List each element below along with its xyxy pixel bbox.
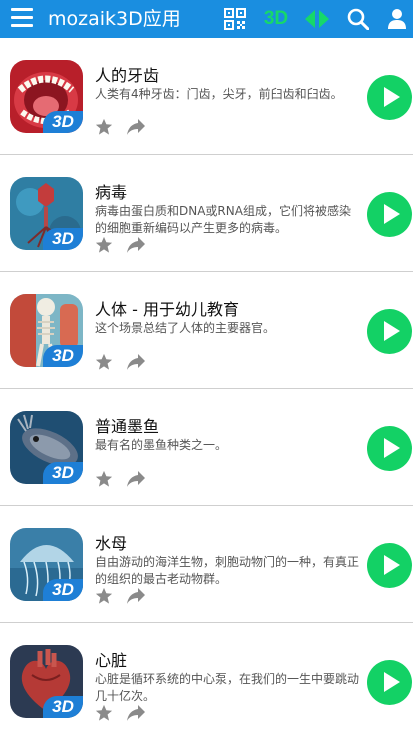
- play-button[interactable]: [367, 75, 412, 120]
- arrows-icon[interactable]: [304, 6, 330, 32]
- 3d-badge: 3D: [43, 345, 83, 367]
- share-icon[interactable]: [126, 704, 146, 722]
- item-title: 人的牙齿: [95, 66, 160, 85]
- share-icon[interactable]: [126, 236, 146, 254]
- list-item: 3D 普通墨鱼 最有名的墨鱼种类之一。: [0, 389, 413, 506]
- qr-code-icon[interactable]: [224, 6, 246, 32]
- app-bar: mozaik3D应用 3D: [0, 0, 413, 38]
- list-item: 3D 病毒 病毒由蛋白质和DNA或RNA组成，它们将被感染的细胞重新编码以产生更…: [0, 155, 413, 272]
- user-icon[interactable]: [386, 6, 408, 32]
- menu-icon[interactable]: [11, 8, 33, 28]
- item-description: 人类有4种牙齿：门齿，尖牙，前臼齿和臼齿。: [95, 87, 343, 101]
- play-button[interactable]: [367, 309, 412, 354]
- play-icon: [384, 321, 400, 341]
- thumbnail-jellyfish[interactable]: 3D: [10, 528, 83, 601]
- thumbnail-virus[interactable]: 3D: [10, 177, 83, 250]
- play-icon: [384, 87, 400, 107]
- thumbnail-teeth[interactable]: 3D: [10, 60, 83, 133]
- 3d-badge: 3D: [43, 228, 83, 250]
- play-button[interactable]: [367, 660, 412, 705]
- thumbnail-heart[interactable]: 3D: [10, 645, 83, 718]
- item-description: 病毒由蛋白质和DNA或RNA组成，它们将被感染的细胞重新编码以产生更多的病毒。: [95, 204, 351, 235]
- star-icon[interactable]: [95, 704, 113, 722]
- play-button[interactable]: [367, 192, 412, 237]
- share-icon[interactable]: [126, 353, 146, 371]
- item-title: 心脏: [95, 651, 128, 670]
- thumbnail-cuttlefish[interactable]: 3D: [10, 411, 83, 484]
- item-title: 病毒: [95, 183, 128, 202]
- play-icon: [384, 555, 400, 575]
- 3d-badge: 3D: [43, 579, 83, 601]
- play-icon: [384, 204, 400, 224]
- 3d-badge: 3D: [43, 111, 83, 133]
- star-icon[interactable]: [95, 353, 113, 371]
- 3d-badge: 3D: [43, 462, 83, 484]
- list-item: 3D 人体 - 用于幼儿教育 这个场景总结了人体的主要器官。: [0, 272, 413, 389]
- play-button[interactable]: [367, 543, 412, 588]
- star-icon[interactable]: [95, 587, 113, 605]
- play-icon: [384, 672, 400, 692]
- star-icon[interactable]: [95, 470, 113, 488]
- search-icon[interactable]: [346, 6, 370, 32]
- star-icon[interactable]: [95, 118, 113, 136]
- item-title: 水母: [95, 534, 128, 553]
- share-icon[interactable]: [126, 118, 146, 136]
- 3d-badge: 3D: [43, 696, 83, 718]
- list-item: 3D 心脏 心脏是循环系统的中心泵，在我们的一生中要跳动几十亿次。: [0, 623, 413, 740]
- item-title: 普通墨鱼: [95, 417, 160, 436]
- share-icon[interactable]: [126, 470, 146, 488]
- 3d-mode-button[interactable]: 3D: [261, 6, 291, 32]
- item-description: 自由游动的海洋生物，刺胞动物门的一种，有真正的组织的最古老动物群。: [95, 555, 360, 586]
- thumbnail-human-body[interactable]: 3D: [10, 294, 83, 367]
- play-icon: [384, 438, 400, 458]
- play-button[interactable]: [367, 426, 412, 471]
- item-description: 最有名的墨鱼种类之一。: [95, 438, 228, 452]
- item-description: 心脏是循环系统的中心泵，在我们的一生中要跳动几十亿次。: [95, 672, 360, 703]
- share-icon[interactable]: [126, 587, 146, 605]
- item-description: 这个场景总结了人体的主要器官。: [95, 321, 276, 335]
- item-title: 人体 - 用于幼儿教育: [95, 300, 239, 319]
- app-title: mozaik3D应用: [48, 8, 181, 30]
- list-item: 3D 人的牙齿 人类有4种牙齿：门齿，尖牙，前臼齿和臼齿。: [0, 38, 413, 155]
- star-icon[interactable]: [95, 236, 113, 254]
- list-item: 3D 水母 自由游动的海洋生物，刺胞动物门的一种，有真正的组织的最古老动物群。: [0, 506, 413, 623]
